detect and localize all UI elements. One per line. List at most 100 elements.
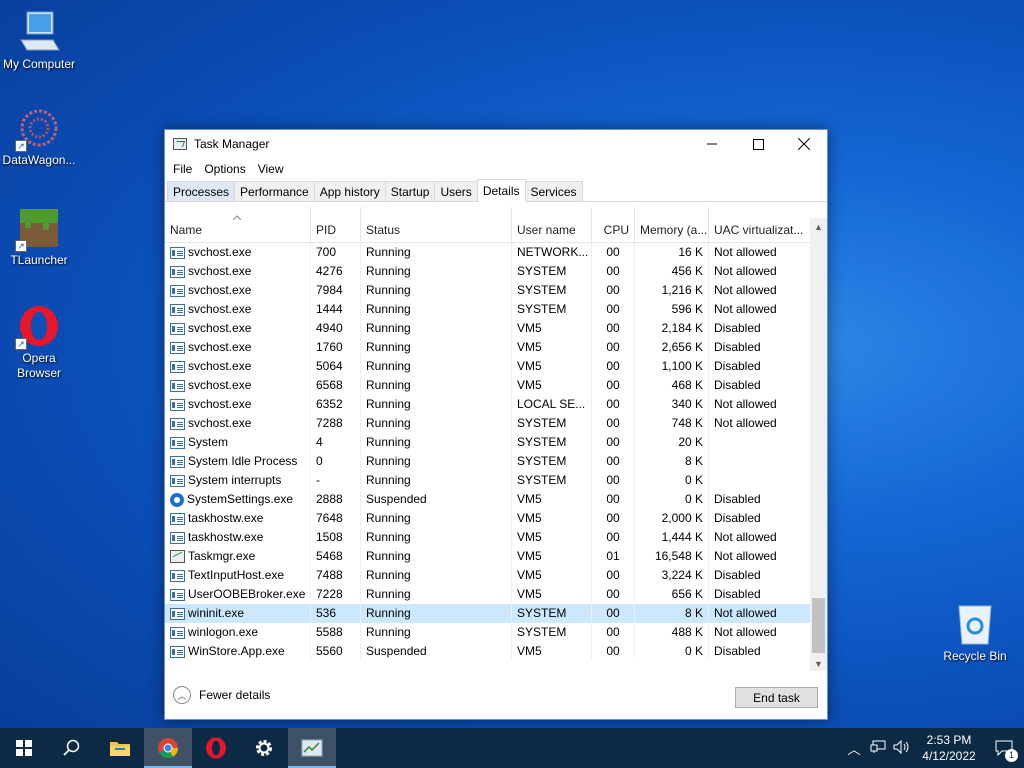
end-task-button[interactable]: End task <box>735 687 818 708</box>
column-header-status[interactable]: Status <box>361 207 512 243</box>
column-header-cpu[interactable]: CPU <box>592 207 635 243</box>
table-row[interactable]: svchost.exe 1444 Running SYSTEM 00 596 K Not a… <box>165 300 810 319</box>
cell-cpu: 00 <box>592 471 635 490</box>
shortcut-arrow-icon: ↗ <box>15 338 27 350</box>
menu-options[interactable]: Options <box>198 162 251 176</box>
table-body: svchost.exe 700 Running NETWORK... 00 16 K Not… <box>165 243 810 659</box>
column-header-uac[interactable]: UAC virtualizat... <box>709 207 810 243</box>
table-row[interactable]: svchost.exe 1760 Running VM5 00 2,656 K Disabl… <box>165 338 810 357</box>
desktop-icon-opera[interactable]: ↗ Opera Browser <box>0 304 78 381</box>
cell-memory: 456 K <box>635 262 709 281</box>
process-icon <box>170 455 185 468</box>
desktop-icon-my-computer[interactable]: My Computer <box>0 10 78 72</box>
minimize-button[interactable] <box>689 130 735 158</box>
tab-users[interactable]: Users <box>434 181 478 201</box>
menu-view[interactable]: View <box>252 162 290 176</box>
process-icon <box>170 360 185 373</box>
cell-user-name: VM5 <box>512 338 592 357</box>
table-row[interactable]: svchost.exe 4276 Running SYSTEM 00 456 K Not a… <box>165 262 810 281</box>
table-row[interactable]: svchost.exe 4940 Running VM5 00 2,184 K Disabl… <box>165 319 810 338</box>
scroll-up-icon[interactable]: ▲ <box>810 218 827 235</box>
table-row[interactable]: svchost.exe 6568 Running VM5 00 468 K Disabled <box>165 376 810 395</box>
table-header: Name PID Status User name CPU Memory (a.… <box>165 207 827 243</box>
column-header-pid[interactable]: PID <box>311 207 361 243</box>
table-row[interactable]: System interrupts - Running SYSTEM 00 0 K <box>165 471 810 490</box>
cell-user-name: SYSTEM <box>512 300 592 319</box>
title-bar[interactable]: Task Manager <box>165 130 827 158</box>
table-row[interactable]: WinStore.App.exe 5560 Suspended VM5 00 0 K Dis… <box>165 642 810 659</box>
recycle-bin-icon <box>953 602 997 646</box>
table-row[interactable]: taskhostw.exe 7648 Running VM5 00 2,000 K Disa… <box>165 509 810 528</box>
tab-app-history[interactable]: App history <box>313 181 386 201</box>
menu-bar: File Options View <box>165 158 827 180</box>
scrollbar-thumb[interactable] <box>812 598 825 653</box>
table-row[interactable]: System 4 Running SYSTEM 00 20 K <box>165 433 810 452</box>
cell-user-name: SYSTEM <box>512 414 592 433</box>
column-header-memory[interactable]: Memory (a... <box>635 207 709 243</box>
tab-services[interactable]: Services <box>524 181 583 201</box>
notification-center-button[interactable]: 1 <box>984 728 1024 768</box>
task-manager-icon <box>301 739 323 757</box>
cell-memory: 2,656 K <box>635 338 709 357</box>
column-header-user-name[interactable]: User name <box>512 207 592 243</box>
table-row[interactable]: SystemSettings.exe 2888 Suspended VM5 00 0 K D… <box>165 490 810 509</box>
table-row[interactable]: svchost.exe 5064 Running VM5 00 1,100 K Disabl… <box>165 357 810 376</box>
process-icon <box>170 645 185 658</box>
cell-status: Suspended <box>361 490 512 509</box>
table-row[interactable]: wininit.exe 536 Running SYSTEM 00 8 K Not allo… <box>165 604 810 623</box>
start-button[interactable] <box>0 728 48 768</box>
clock[interactable]: 2:53 PM 4/12/2022 <box>914 732 984 764</box>
cell-uac: Disabled <box>714 492 761 506</box>
process-name: taskhostw.exe <box>188 530 264 544</box>
taskbar-chrome[interactable] <box>144 728 192 768</box>
vertical-scrollbar[interactable]: ▲ ▼ <box>810 218 827 672</box>
cell-user-name: VM5 <box>512 528 592 547</box>
taskbar-settings[interactable] <box>240 728 288 768</box>
menu-file[interactable]: File <box>167 162 198 176</box>
chrome-icon <box>158 738 179 759</box>
taskbar-opera[interactable] <box>192 728 240 768</box>
cell-memory: 656 K <box>635 585 709 604</box>
scroll-down-icon[interactable]: ▼ <box>810 655 827 672</box>
desktop-icon-recycle-bin[interactable]: Recycle Bin <box>936 602 1014 664</box>
process-icon <box>170 474 185 487</box>
table-row[interactable]: svchost.exe 700 Running NETWORK... 00 16 K Not… <box>165 243 810 262</box>
tab-startup[interactable]: Startup <box>384 181 436 201</box>
cell-name: svchost.exe <box>165 376 311 395</box>
cell-status: Running <box>361 585 512 604</box>
cell-cpu: 00 <box>592 300 635 319</box>
taskbar-task-manager[interactable] <box>288 728 336 768</box>
search-button[interactable] <box>48 728 96 768</box>
cell-memory: 0 K <box>635 642 709 659</box>
table-row[interactable]: UserOOBEBroker.exe 7228 Running VM5 00 656 K D… <box>165 585 810 604</box>
cell-uac: Disabled <box>714 378 761 392</box>
taskbar-file-explorer[interactable] <box>96 728 144 768</box>
cell-status: Running <box>361 528 512 547</box>
sort-ascending-icon <box>233 215 241 220</box>
table-row[interactable]: TextInputHost.exe 7488 Running VM5 00 3,224 K… <box>165 566 810 585</box>
search-icon <box>63 739 80 756</box>
fewer-details-button[interactable]: ︿ Fewer details <box>173 686 270 704</box>
column-header-name[interactable]: Name <box>165 207 311 243</box>
network-icon[interactable] <box>866 740 890 757</box>
desktop-icon-datawagon[interactable]: ↗ DataWagon... <box>0 106 78 168</box>
cell-memory: 3,224 K <box>635 566 709 585</box>
cell-status: Running <box>361 319 512 338</box>
tab-details[interactable]: Details <box>476 179 526 202</box>
close-button[interactable] <box>781 130 827 158</box>
table-row[interactable]: System Idle Process 0 Running SYSTEM 00 8 K <box>165 452 810 471</box>
tab-processes[interactable]: Processes <box>167 181 236 201</box>
table-row[interactable]: svchost.exe 6352 Running LOCAL SE... 00 340 K… <box>165 395 810 414</box>
desktop-icon-label: Opera Browser <box>16 351 61 380</box>
desktop-icon-tlauncher[interactable]: ↗ TLauncher <box>0 206 78 268</box>
table-row[interactable]: svchost.exe 7288 Running SYSTEM 00 748 K Not a… <box>165 414 810 433</box>
table-row[interactable]: taskhostw.exe 1508 Running VM5 00 1,444 K Not … <box>165 528 810 547</box>
maximize-button[interactable] <box>735 130 781 158</box>
volume-icon[interactable] <box>890 739 914 757</box>
process-name: svchost.exe <box>188 378 252 392</box>
table-row[interactable]: svchost.exe 7984 Running SYSTEM 00 1,216 K Not… <box>165 281 810 300</box>
table-row[interactable]: Taskmgr.exe 5468 Running VM5 01 16,548 K Not a… <box>165 547 810 566</box>
show-hidden-icons-chevron-icon[interactable]: ︿ <box>842 739 866 758</box>
tab-performance[interactable]: Performance <box>234 181 315 201</box>
table-row[interactable]: winlogon.exe 5588 Running SYSTEM 00 488 K Not … <box>165 623 810 642</box>
